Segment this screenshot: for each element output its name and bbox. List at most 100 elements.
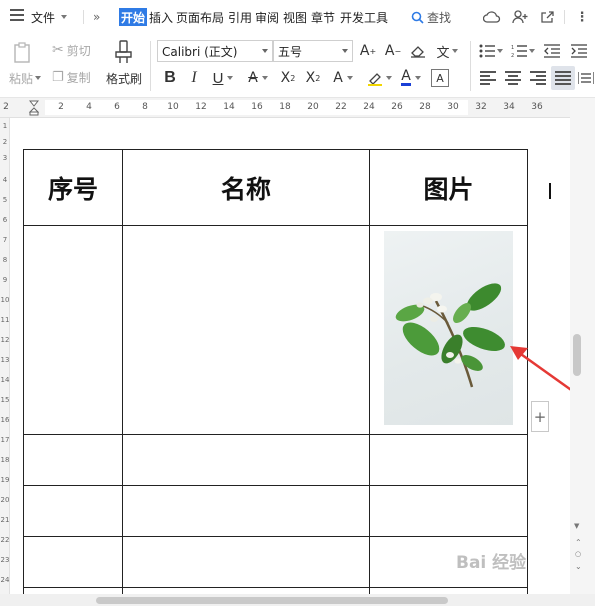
format-painter-icon[interactable] xyxy=(110,39,138,65)
ruler-mark: 12 xyxy=(0,336,10,344)
ruler-mark: 1 xyxy=(2,122,8,130)
horizontal-scrollbar[interactable] xyxy=(0,594,595,606)
cut-button[interactable]: ✂ 剪切 xyxy=(52,41,91,59)
font-size-select[interactable]: 五号 xyxy=(273,40,353,62)
table-cell[interactable] xyxy=(122,485,370,537)
scrollbar-thumb[interactable] xyxy=(96,597,448,604)
next-page-icon[interactable]: ⌄ xyxy=(575,562,582,571)
table-cell[interactable] xyxy=(122,225,370,435)
table-cell[interactable] xyxy=(122,434,370,486)
tab-page-layout[interactable]: 页面布局 xyxy=(176,8,224,26)
tab-review[interactable]: 审阅 xyxy=(255,8,279,26)
divider xyxy=(83,10,84,24)
select-browse-object-icon[interactable]: ○ xyxy=(575,550,581,558)
table-cell[interactable] xyxy=(122,536,370,588)
ruler-mark: 28 xyxy=(419,102,431,112)
ruler-mark: 6 xyxy=(2,216,8,224)
decrease-indent-icon[interactable] xyxy=(543,42,561,60)
subscript-icon[interactable]: X2 xyxy=(303,68,323,88)
distributed-align-icon[interactable] xyxy=(578,70,594,86)
bold-button[interactable]: B xyxy=(162,68,178,88)
table-cell[interactable] xyxy=(23,485,123,537)
more-menus-icon[interactable]: » xyxy=(93,8,100,26)
align-right-icon[interactable] xyxy=(530,71,546,85)
ruler-mark: 22 xyxy=(335,102,347,112)
document-canvas[interactable]: 序号 名称 图片 + xyxy=(10,118,570,594)
character-border-icon[interactable]: A xyxy=(431,69,449,87)
ruler-mark: 18 xyxy=(279,102,291,112)
table-row xyxy=(23,485,528,537)
increase-indent-icon[interactable] xyxy=(570,42,588,60)
header-cell-name[interactable]: 名称 xyxy=(122,149,370,226)
align-center-icon[interactable] xyxy=(505,71,521,85)
horizontal-ruler[interactable]: 2 2 4 6 8 10 12 14 16 18 20 22 24 26 28 … xyxy=(0,98,595,118)
paste-icon[interactable] xyxy=(10,41,36,65)
ruler-mark: 26 xyxy=(391,102,403,112)
more-options-icon[interactable]: ⋮ xyxy=(573,9,591,25)
align-left-icon[interactable] xyxy=(480,71,496,85)
copy-button[interactable]: ❐ 复制 xyxy=(52,68,91,86)
inserted-picture[interactable] xyxy=(384,231,513,425)
text-effect-icon[interactable]: A xyxy=(330,68,356,88)
table-cell[interactable] xyxy=(23,536,123,588)
header-cell-index[interactable]: 序号 xyxy=(23,149,123,226)
numbered-list-button[interactable]: 12 xyxy=(510,42,536,60)
paste-button[interactable]: 粘贴 xyxy=(6,70,44,86)
ruler-mark: 18 xyxy=(0,456,10,464)
search-box[interactable]: 查找 xyxy=(411,8,451,26)
header-cell-picture[interactable]: 图片 xyxy=(369,149,528,226)
bullet-list-button[interactable] xyxy=(478,42,504,60)
text-cursor xyxy=(549,183,551,199)
tab-chapter[interactable]: 章节 xyxy=(311,8,335,26)
font-name-select[interactable]: Calibri (正文) xyxy=(157,40,273,62)
highlight-color-button[interactable] xyxy=(365,68,393,88)
decrease-font-size-icon[interactable]: A − xyxy=(383,42,403,60)
tab-view[interactable]: 视图 xyxy=(283,8,307,26)
underline-button[interactable]: U xyxy=(210,68,236,88)
tab-developer[interactable]: 开发工具 xyxy=(340,8,388,26)
increase-font-size-icon[interactable]: A + xyxy=(358,42,378,60)
table-cell[interactable] xyxy=(23,225,123,435)
phonetic-guide-button[interactable]: 文 xyxy=(434,42,460,61)
ruler-mark: 14 xyxy=(223,102,235,112)
table-row xyxy=(23,536,528,588)
add-user-icon[interactable] xyxy=(511,9,529,25)
table-cell[interactable] xyxy=(23,434,123,486)
format-painter-button[interactable]: 格式刷 xyxy=(104,70,144,86)
table-cell[interactable] xyxy=(369,434,528,486)
ruler-mark: 30 xyxy=(447,102,459,112)
tab-references[interactable]: 引用 xyxy=(228,8,252,26)
font-color-icon: A xyxy=(401,68,411,86)
font-color-button[interactable]: A xyxy=(398,68,424,88)
scroll-down-icon[interactable]: ▼ xyxy=(574,522,579,530)
indent-marker-icon[interactable] xyxy=(29,100,39,116)
strikethrough-button[interactable]: A xyxy=(245,68,271,88)
font-size-value: 五号 xyxy=(278,44,303,59)
italic-button[interactable]: I xyxy=(186,68,202,88)
flower-branch-image xyxy=(395,283,505,388)
ruler-mark: 32 xyxy=(475,102,487,112)
table-cell[interactable] xyxy=(369,485,528,537)
previous-page-icon[interactable]: ⌃ xyxy=(575,538,582,547)
chevron-down-icon xyxy=(529,49,535,53)
superscript-icon[interactable]: X2 xyxy=(278,68,298,88)
scrollbar-thumb[interactable] xyxy=(573,334,581,376)
menu-file[interactable]: 文件 xyxy=(31,8,68,26)
clear-format-icon[interactable] xyxy=(409,42,427,60)
divider xyxy=(470,41,471,91)
share-icon[interactable] xyxy=(538,9,556,25)
ribbon-toolbar: 粘贴 ✂ 剪切 ❐ 复制 格式刷 Calibri (正文) 五号 A + A − 文 B… xyxy=(0,35,595,98)
ruler-mark: 21 xyxy=(0,516,10,524)
vertical-scrollbar[interactable]: ▼ ⌃ ○ ⌄ xyxy=(570,98,595,594)
tab-start[interactable]: 开始 xyxy=(119,8,148,26)
tab-insert[interactable]: 插入 xyxy=(149,8,173,26)
ruler-mark: 23 xyxy=(0,556,10,564)
vertical-ruler[interactable]: 1 2 3 4 5 6 7 8 9 10 11 12 13 14 15 16 1… xyxy=(0,118,10,594)
add-column-button[interactable]: + xyxy=(531,401,549,432)
hamburger-menu-icon[interactable] xyxy=(10,9,24,21)
numbered-list-icon: 12 xyxy=(511,45,527,58)
ruler-mark: 6 xyxy=(114,102,120,112)
justify-button[interactable] xyxy=(551,66,575,90)
cloud-sync-icon[interactable] xyxy=(483,9,501,25)
ruler-mark: 2 xyxy=(58,102,64,112)
